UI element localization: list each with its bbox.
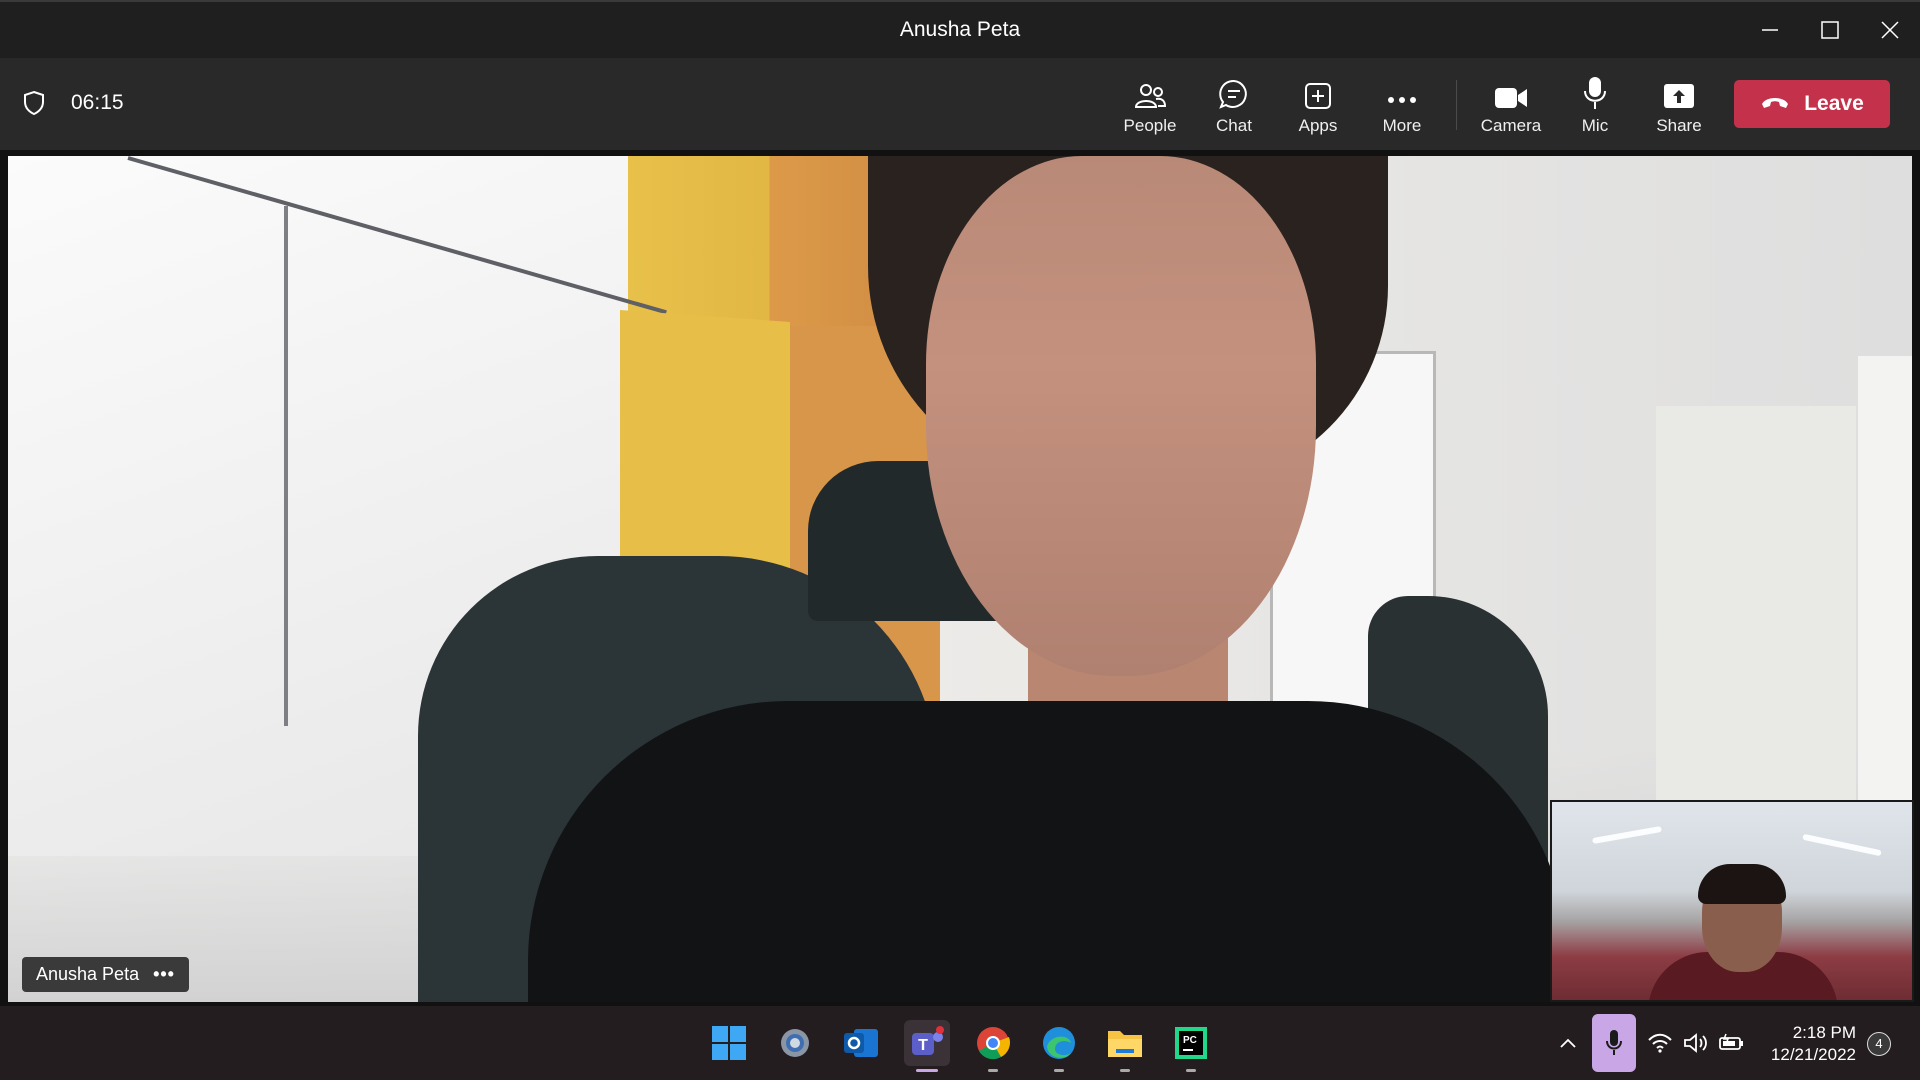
share-label: Share	[1656, 116, 1702, 135]
outlook-app[interactable]	[838, 1020, 884, 1066]
share-button[interactable]: Share	[1639, 72, 1719, 142]
chat-icon	[1194, 72, 1274, 110]
people-icon	[1110, 72, 1190, 110]
notification-badge[interactable]: 4	[1867, 1032, 1891, 1056]
camera-label: Camera	[1480, 116, 1542, 135]
wifi-icon[interactable]	[1640, 1020, 1680, 1066]
title-bar: Anusha Peta	[0, 0, 1920, 58]
apps-button[interactable]: Apps	[1278, 72, 1358, 142]
maximize-button[interactable]	[1800, 2, 1860, 58]
more-icon	[1362, 72, 1442, 110]
file-explorer-app[interactable]	[1102, 1020, 1148, 1072]
windows-taskbar: T PC 2:18 PM 12/21/2022 4	[0, 1006, 1920, 1080]
mic-in-use-tray-button[interactable]	[1592, 1014, 1636, 1072]
hang-up-icon	[1760, 92, 1790, 116]
microphone-icon	[1606, 1030, 1622, 1055]
chat-label: Chat	[1216, 116, 1252, 135]
people-label: People	[1123, 116, 1177, 135]
leave-button[interactable]: Leave	[1734, 80, 1890, 128]
more-button[interactable]: More	[1362, 72, 1442, 142]
apps-icon	[1278, 72, 1358, 110]
chrome-app[interactable]	[970, 1020, 1016, 1072]
edge-app[interactable]	[1036, 1020, 1082, 1072]
settings-app[interactable]	[772, 1020, 818, 1066]
teams-icon: T	[912, 1026, 944, 1055]
folder-icon	[1108, 1031, 1142, 1057]
settings-gear-icon	[781, 1029, 809, 1057]
chrome-icon	[977, 1027, 1011, 1060]
chat-button[interactable]: Chat	[1194, 72, 1274, 142]
volume-icon[interactable]	[1676, 1020, 1716, 1066]
pycharm-app[interactable]: PC	[1168, 1020, 1214, 1072]
taskbar-clock[interactable]: 2:18 PM 12/21/2022	[1764, 1022, 1856, 1066]
edge-icon	[1043, 1027, 1075, 1059]
camera-button[interactable]: Camera	[1471, 72, 1551, 142]
mic-button[interactable]: Mic	[1555, 72, 1635, 142]
meeting-toolbar: 06:15 People Chat Apps More Camera Mic S…	[0, 58, 1920, 150]
teams-active-indicator	[916, 1069, 938, 1072]
window-title: Anusha Peta	[899, 18, 1021, 41]
windows-start-icon	[712, 1026, 746, 1060]
clock-time: 2:18 PM	[1792, 1023, 1856, 1042]
clock-date: 12/21/2022	[1770, 1045, 1856, 1064]
chevron-up-icon	[1560, 1038, 1576, 1048]
shield-icon[interactable]	[22, 90, 46, 121]
participant-name: Anusha Peta	[36, 964, 140, 984]
people-button[interactable]: People	[1110, 72, 1190, 142]
mic-label: Mic	[1581, 116, 1609, 135]
svg-text:T: T	[918, 1037, 928, 1054]
meeting-timer: 06:15	[71, 91, 124, 114]
teams-app[interactable]: T	[904, 1020, 950, 1072]
close-button[interactable]	[1860, 2, 1920, 58]
more-label: More	[1382, 116, 1422, 135]
mic-icon	[1555, 72, 1635, 110]
minimize-button[interactable]	[1740, 2, 1800, 58]
apps-label: Apps	[1298, 116, 1338, 135]
self-view-video[interactable]	[1550, 800, 1914, 1002]
pycharm-icon: PC	[1175, 1027, 1207, 1059]
start-button[interactable]	[706, 1020, 752, 1066]
camera-icon	[1471, 72, 1551, 110]
participant-name-tag: Anusha Peta •••	[22, 957, 189, 992]
outlook-icon	[844, 1029, 878, 1057]
battery-icon[interactable]	[1712, 1020, 1752, 1066]
show-hidden-icons-button[interactable]	[1548, 1020, 1588, 1066]
toolbar-divider	[1456, 80, 1457, 130]
participant-options-button[interactable]: •••	[153, 964, 175, 985]
share-icon	[1639, 72, 1719, 110]
leave-label: Leave	[1804, 92, 1864, 115]
video-stage: Anusha Peta •••	[0, 150, 1920, 1006]
svg-text:PC: PC	[1183, 1035, 1197, 1046]
